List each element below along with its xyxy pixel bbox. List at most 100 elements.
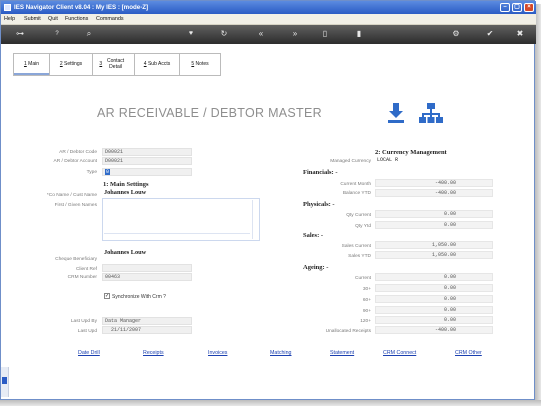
debtor-account-label: AR / Debtor Account xyxy=(53,159,97,164)
age90-field[interactable]: 0.00 xyxy=(375,306,493,314)
ageing-heading: Ageing: - xyxy=(303,264,329,271)
date-drill-link[interactable]: Date Drill xyxy=(78,350,100,356)
page-title: AR RECEIVABLE / DEBTOR MASTER xyxy=(97,106,322,120)
physicals-heading: Physicals: - xyxy=(303,201,335,208)
managed-currency-label: Managed Currency xyxy=(330,159,371,164)
back-icon[interactable]: « xyxy=(255,29,267,39)
cancel-icon[interactable]: ✖ xyxy=(514,29,526,39)
cheque-beneficiary-field[interactable]: Johannes Louw xyxy=(102,249,260,258)
age120-field[interactable]: 0.00 xyxy=(375,316,493,324)
last-upd-label: Last Upd xyxy=(77,329,97,334)
crm-number-label: CRM Number xyxy=(67,275,97,280)
tab-contact-num: 3 xyxy=(99,60,103,67)
tab-sub-accts[interactable]: 4 Sub Accts xyxy=(135,54,180,75)
side-panel xyxy=(1,367,9,397)
tab-main-label: Main xyxy=(28,60,39,67)
unallocated-label: Unallocated Receipts xyxy=(325,329,371,334)
qty-ytd-label: Qty Ytd xyxy=(355,224,371,229)
receipts-link[interactable]: Receipts xyxy=(143,350,164,356)
help-icon[interactable]: ? xyxy=(51,29,63,39)
sales-current-field[interactable]: 1,050.00 xyxy=(375,241,493,249)
debtor-code-label: AR / Debtor Code xyxy=(59,150,97,155)
age30-field[interactable]: 0.00 xyxy=(375,284,493,292)
sync-crm-checkbox[interactable]: ✓ xyxy=(104,293,110,299)
age60-label: 60+ xyxy=(362,298,371,303)
confirm-icon[interactable]: ✔ xyxy=(484,29,496,39)
client-ref-field[interactable] xyxy=(102,264,192,272)
textarea-hscrollbar[interactable] xyxy=(104,233,250,239)
minimize-icon[interactable]: – xyxy=(500,3,510,12)
sales-ytd-label: Sales YTD xyxy=(348,254,371,259)
close-icon[interactable]: × xyxy=(524,3,534,12)
co-name-field[interactable]: Johannes Louw xyxy=(102,189,260,198)
invoices-link[interactable]: Invoices xyxy=(208,350,227,356)
first-names-textarea[interactable] xyxy=(102,198,260,241)
matching-link[interactable]: Matching xyxy=(270,350,292,356)
settings-icon[interactable]: ⚙ xyxy=(450,29,462,39)
qty-ytd-field[interactable]: 0.00 xyxy=(375,221,493,229)
managed-currency-field[interactable]: LOCAL R xyxy=(375,157,461,165)
maximize-icon[interactable]: ▢ xyxy=(512,3,522,12)
tab-subaccts-label: Sub Accts xyxy=(147,60,171,67)
textarea-scrollbar[interactable] xyxy=(252,200,259,239)
co-name-label: *Co Name / Cust Name xyxy=(46,193,97,198)
menu-commands[interactable]: Commands xyxy=(96,14,124,25)
ageing-current-field[interactable]: 0.00 xyxy=(375,273,493,281)
crm-number-field[interactable]: 00463 xyxy=(102,273,192,281)
sync-crm-label: Synchronize With Crm ? xyxy=(112,294,166,300)
currency-heading: 2: Currency Management xyxy=(375,149,447,156)
tab-strip: 1 Main 2 Settings 3 Contact Detail 4 Sub… xyxy=(13,53,221,76)
sales-heading: Sales: - xyxy=(303,232,324,239)
main-settings-heading: 1: Main Settings xyxy=(103,181,149,188)
balance-ytd-field[interactable]: -400.00 xyxy=(375,189,493,197)
search-icon[interactable]: ⌕ xyxy=(83,29,95,39)
unallocated-field[interactable]: -400.00 xyxy=(375,326,493,334)
age60-field[interactable]: 0.00 xyxy=(375,295,493,303)
key-icon[interactable]: ⊶ xyxy=(9,29,31,39)
ageing-current-label: Current xyxy=(355,276,371,281)
type-field[interactable]: 0 xyxy=(102,168,192,176)
tab-main[interactable]: 1 Main xyxy=(14,54,50,75)
refresh-icon[interactable]: ↻ xyxy=(218,29,230,39)
tab-notes[interactable]: 5 Notes xyxy=(180,54,220,75)
menu-functions[interactable]: Functions xyxy=(65,14,88,25)
heart-icon[interactable]: ♥ xyxy=(185,29,197,39)
last-upd-by-field[interactable]: Data Manager xyxy=(102,317,192,325)
window-title: IES Navigator Client v8.04 : My IES : [m… xyxy=(14,4,149,11)
balance-ytd-label: Balance YTD xyxy=(342,191,371,196)
debtor-account-field[interactable]: D00021 xyxy=(102,157,192,165)
crm-other-link[interactable]: CRM Other xyxy=(455,350,482,356)
tab-notes-label: Notes xyxy=(195,60,209,67)
tab-settings[interactable]: 2 Settings xyxy=(50,54,93,75)
menu-bar: Help Submit Quit Functions Commands xyxy=(1,14,536,25)
tab-main-num: 1 xyxy=(23,60,27,67)
page-icon[interactable]: ▮ xyxy=(353,29,365,39)
download-icon[interactable] xyxy=(386,102,406,124)
sales-ytd-field[interactable]: 1,050.00 xyxy=(375,251,493,259)
side-panel-icon[interactable] xyxy=(2,377,7,384)
type-label: Type xyxy=(86,170,97,175)
toolbar: ⊶ ? ⌕ ♥ ↻ « » ▯ ▮ ⚙ ✔ ✖ xyxy=(1,25,536,44)
forward-icon[interactable]: » xyxy=(289,29,301,39)
debtor-code-field[interactable]: D00021 xyxy=(102,148,192,156)
menu-help[interactable]: Help xyxy=(4,14,15,25)
statement-link[interactable]: Statement xyxy=(330,350,354,356)
qty-current-field[interactable]: 0.00 xyxy=(375,210,493,218)
client-ref-label: Client Ref xyxy=(75,267,97,272)
hierarchy-icon[interactable] xyxy=(419,102,443,124)
first-names-label: First / Given Names xyxy=(54,203,97,208)
current-month-label: Current Month xyxy=(340,182,371,187)
tab-notes-num: 5 xyxy=(191,60,195,67)
qty-current-label: Qty Current xyxy=(346,213,371,218)
menu-submit[interactable]: Submit xyxy=(24,14,41,25)
current-month-field[interactable]: -400.00 xyxy=(375,179,493,187)
app-window: IES Navigator Client v8.04 : My IES : [m… xyxy=(0,0,536,400)
folder-icon[interactable]: ▯ xyxy=(319,29,331,39)
menu-quit[interactable]: Quit xyxy=(48,14,58,25)
title-bar: IES Navigator Client v8.04 : My IES : [m… xyxy=(1,1,536,14)
tab-contact-detail[interactable]: 3 Contact Detail xyxy=(93,54,135,75)
crm-connect-link[interactable]: CRM Connect xyxy=(383,350,416,356)
tab-contact-label: Contact Detail xyxy=(106,58,125,70)
age120-label: 120+ xyxy=(360,319,371,324)
last-upd-field[interactable]: 21/11/2007 xyxy=(102,326,192,334)
